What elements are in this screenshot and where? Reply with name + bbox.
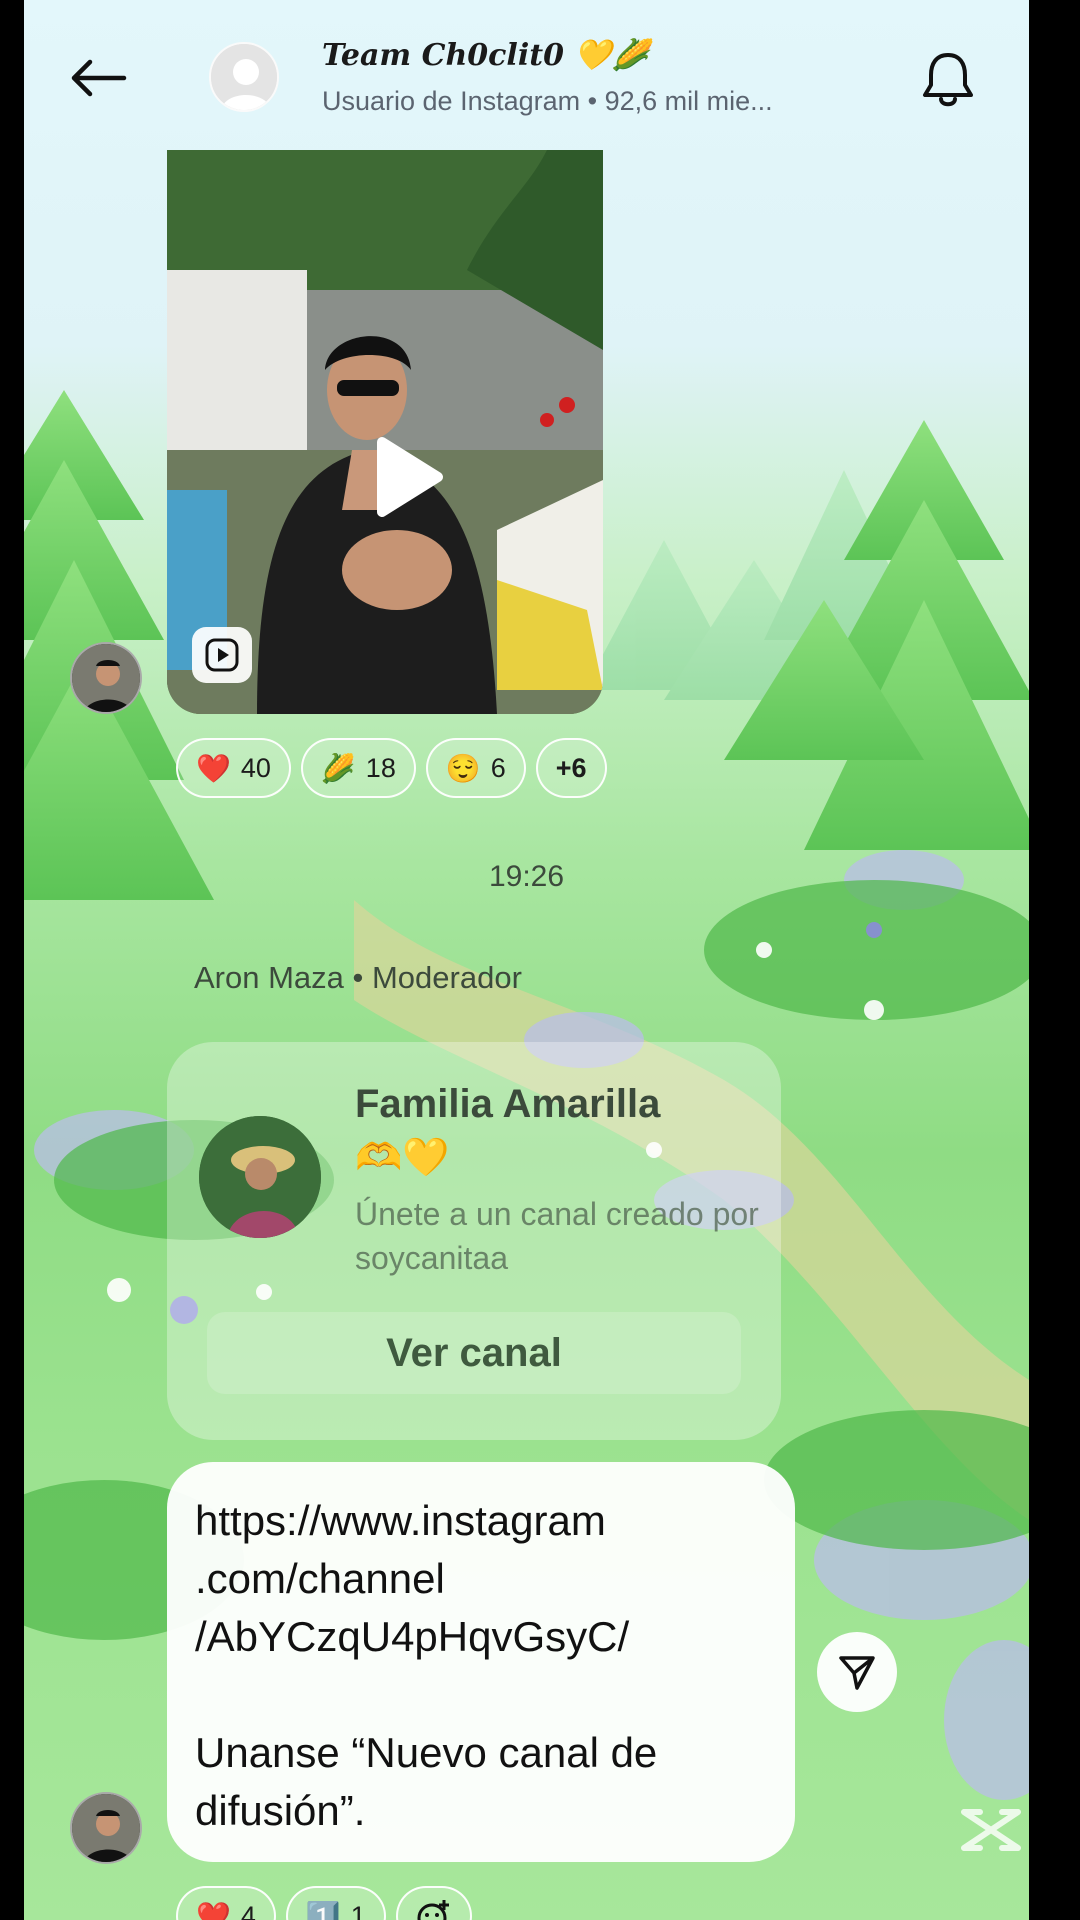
message-text: Unanse “Nuevo canal de difusión”. <box>195 1729 658 1834</box>
reaction-chip-heart[interactable]: ❤️ 40 <box>176 738 291 798</box>
capcut-logo <box>961 1809 1021 1851</box>
notifications-button[interactable] <box>916 48 980 112</box>
sender-avatar[interactable] <box>70 1792 142 1864</box>
reaction-count: 6 <box>490 752 506 783</box>
default-user-icon <box>211 44 277 110</box>
sender-avatar[interactable] <box>70 642 142 714</box>
share-button[interactable] <box>817 1632 897 1712</box>
group-subtitle[interactable]: Usuario de Instagram • 92,6 mil mie... <box>322 86 773 117</box>
add-reaction-button[interactable] <box>395 1886 472 1920</box>
channel-emojis: 🫶💛 <box>355 1137 450 1179</box>
reaction-emoji: 🌽 <box>320 752 356 784</box>
channel-name: Familia Amarilla <box>355 1082 661 1126</box>
channel-description: Únete a un canal creado por soycanitaa <box>355 1196 759 1276</box>
group-avatar[interactable] <box>209 42 279 112</box>
arrow-left-icon <box>71 59 127 97</box>
reaction-emoji: 😌 <box>445 752 481 784</box>
message-link[interactable]: https://www.instagram .com/channel /AbYC… <box>195 1492 767 1666</box>
channel-invite-card[interactable]: Familia Amarilla 🫶💛 Únete a un canal cre… <box>167 1042 781 1440</box>
reaction-count: 18 <box>365 752 396 783</box>
group-title[interactable]: Team Ch0clit0 💛🌽 <box>322 38 649 73</box>
reaction-count: 4 <box>240 1900 256 1920</box>
channel-avatar <box>199 1116 321 1238</box>
reaction-count: +6 <box>555 752 587 783</box>
reaction-emoji: ❤️ <box>196 1900 231 1920</box>
send-icon <box>839 1656 875 1690</box>
play-icon[interactable] <box>360 432 450 522</box>
reactions-row: ❤️ 40 🌽 18 😌 6 +6 <box>176 738 607 798</box>
reaction-chip-heart[interactable]: ❤️ 4 <box>176 1886 276 1920</box>
reaction-emoji: 1️⃣ <box>305 1900 341 1920</box>
add-reaction-icon <box>417 1900 449 1920</box>
message-timestamp: 19:26 <box>488 860 565 893</box>
text-message-bubble[interactable]: https://www.instagram .com/channel /AbYC… <box>167 1462 795 1862</box>
chat-screen: Team Ch0clit0 💛🌽 Usuario de Instagram • … <box>24 0 1029 1920</box>
channel-avatar-image <box>199 1116 321 1238</box>
reaction-chip-one[interactable]: 1️⃣ 1 <box>285 1886 386 1920</box>
reaction-chip-more[interactable]: +6 <box>535 738 607 798</box>
reel-icon <box>205 638 239 672</box>
reactions-row: ❤️ 4 1️⃣ 1 <box>176 1886 472 1920</box>
reaction-chip-relieved[interactable]: 😌 6 <box>425 738 526 798</box>
back-button[interactable] <box>62 48 134 108</box>
reaction-chip-corn[interactable]: 🌽 18 <box>300 738 416 798</box>
reaction-emoji: ❤️ <box>196 752 231 784</box>
sender-name[interactable]: Aron Maza • Moderador <box>194 960 522 996</box>
chat-header: Team Ch0clit0 💛🌽 Usuario de Instagram • … <box>24 0 1029 150</box>
reaction-count: 1 <box>350 1900 366 1920</box>
reaction-count: 40 <box>240 752 271 783</box>
bell-icon <box>923 53 973 107</box>
view-channel-button[interactable]: Ver canal <box>207 1312 741 1394</box>
reel-badge <box>192 627 252 683</box>
